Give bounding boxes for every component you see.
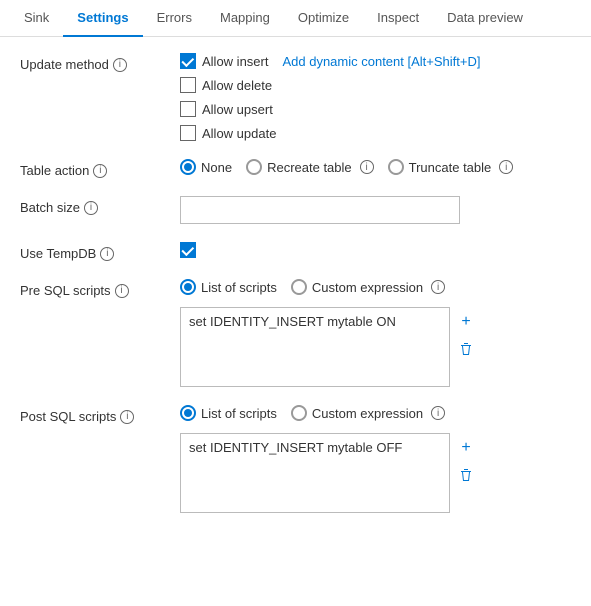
- post-sql-custom-info-icon[interactable]: i: [431, 406, 445, 420]
- allow-insert-checkbox[interactable]: [180, 53, 196, 69]
- update-method-controls: Allow insert Add dynamic content [Alt+Sh…: [180, 53, 571, 141]
- post-sql-list-radio-circle: [180, 405, 196, 421]
- allow-upsert-row: Allow upsert: [180, 101, 571, 117]
- allow-update-label: Allow update: [202, 126, 276, 141]
- post-sql-actions: +: [456, 433, 476, 490]
- radio-truncate-table[interactable]: Truncate table i: [388, 159, 514, 175]
- settings-content: Update method i Allow insert Add dynamic…: [0, 37, 591, 547]
- table-action-controls: None Recreate table i Truncate table i: [180, 159, 571, 175]
- tab-mapping[interactable]: Mapping: [206, 0, 284, 37]
- use-tempdb-row: Use TempDB i: [20, 242, 571, 261]
- update-method-label: Update method: [20, 57, 109, 72]
- allow-insert-row: Allow insert Add dynamic content [Alt+Sh…: [180, 53, 571, 69]
- radio-recreate-circle: [246, 159, 262, 175]
- pre-sql-radio-group: List of scripts Custom expression i: [180, 279, 571, 295]
- update-method-row: Update method i Allow insert Add dynamic…: [20, 53, 571, 141]
- pre-sql-actions: +: [456, 307, 476, 364]
- tab-bar: Sink Settings Errors Mapping Optimize In…: [0, 0, 591, 37]
- post-sql-label-col: Post SQL scripts i: [20, 405, 180, 424]
- tab-settings[interactable]: Settings: [63, 0, 142, 37]
- tab-inspect[interactable]: Inspect: [363, 0, 433, 37]
- batch-size-info-icon[interactable]: i: [84, 201, 98, 215]
- pre-sql-controls: List of scripts Custom expression i set …: [180, 279, 571, 387]
- allow-update-checkbox[interactable]: [180, 125, 196, 141]
- radio-none-label: None: [201, 160, 232, 175]
- batch-size-row: Batch size i: [20, 196, 571, 224]
- pre-sql-custom-label: Custom expression: [312, 280, 423, 295]
- use-tempdb-label: Use TempDB: [20, 246, 96, 261]
- radio-truncate-label: Truncate table: [409, 160, 492, 175]
- batch-size-label-col: Batch size i: [20, 196, 180, 215]
- pre-sql-delete-button[interactable]: [456, 339, 476, 364]
- update-method-info-icon[interactable]: i: [113, 58, 127, 72]
- tab-errors[interactable]: Errors: [143, 0, 206, 37]
- allow-upsert-label: Allow upsert: [202, 102, 273, 117]
- pre-sql-custom-radio[interactable]: Custom expression i: [291, 279, 445, 295]
- tab-optimize[interactable]: Optimize: [284, 0, 363, 37]
- pre-sql-add-button[interactable]: +: [456, 311, 476, 333]
- batch-size-control: [180, 196, 571, 224]
- post-sql-list-label: List of scripts: [201, 406, 277, 421]
- radio-truncate-circle: [388, 159, 404, 175]
- dynamic-content-link[interactable]: Add dynamic content [Alt+Shift+D]: [282, 54, 480, 69]
- recreate-info-icon[interactable]: i: [360, 160, 374, 174]
- table-action-radio-group: None Recreate table i Truncate table i: [180, 159, 571, 175]
- pre-sql-label-col: Pre SQL scripts i: [20, 279, 180, 298]
- allow-delete-row: Allow delete: [180, 77, 571, 93]
- pre-sql-custom-radio-circle: [291, 279, 307, 295]
- use-tempdb-info-icon[interactable]: i: [100, 247, 114, 261]
- radio-recreate-table[interactable]: Recreate table i: [246, 159, 374, 175]
- pre-sql-custom-info-icon[interactable]: i: [431, 280, 445, 294]
- post-sql-scripts-row: Post SQL scripts i List of scripts Custo…: [20, 405, 571, 513]
- post-sql-label: Post SQL scripts: [20, 409, 116, 424]
- use-tempdb-checkbox[interactable]: [180, 242, 196, 258]
- post-sql-textarea[interactable]: set IDENTITY_INSERT mytable OFF: [180, 433, 450, 513]
- post-sql-controls: List of scripts Custom expression i set …: [180, 405, 571, 513]
- post-sql-delete-button[interactable]: [456, 465, 476, 490]
- pre-sql-list-radio[interactable]: List of scripts: [180, 279, 277, 295]
- post-sql-custom-radio[interactable]: Custom expression i: [291, 405, 445, 421]
- pre-sql-info-icon[interactable]: i: [115, 284, 129, 298]
- allow-insert-label: Allow insert: [202, 54, 268, 69]
- tab-data-preview[interactable]: Data preview: [433, 0, 537, 37]
- table-action-row: Table action i None Recreate table i Tru…: [20, 159, 571, 178]
- post-sql-textarea-row: set IDENTITY_INSERT mytable OFF +: [180, 433, 571, 513]
- batch-size-label: Batch size: [20, 200, 80, 215]
- tab-sink[interactable]: Sink: [10, 0, 63, 37]
- post-sql-radio-group: List of scripts Custom expression i: [180, 405, 571, 421]
- table-action-info-icon[interactable]: i: [93, 164, 107, 178]
- table-action-label-col: Table action i: [20, 159, 180, 178]
- pre-sql-scripts-row: Pre SQL scripts i List of scripts Custom…: [20, 279, 571, 387]
- truncate-info-icon[interactable]: i: [499, 160, 513, 174]
- radio-recreate-label: Recreate table: [267, 160, 352, 175]
- allow-delete-label: Allow delete: [202, 78, 272, 93]
- pre-sql-list-radio-circle: [180, 279, 196, 295]
- pre-sql-textarea-row: set IDENTITY_INSERT mytable ON +: [180, 307, 571, 387]
- pre-sql-label: Pre SQL scripts: [20, 283, 111, 298]
- post-sql-add-button[interactable]: +: [456, 437, 476, 459]
- allow-upsert-checkbox[interactable]: [180, 101, 196, 117]
- table-action-label: Table action: [20, 163, 89, 178]
- post-sql-list-radio[interactable]: List of scripts: [180, 405, 277, 421]
- use-tempdb-control: [180, 242, 571, 258]
- batch-size-input[interactable]: [180, 196, 460, 224]
- post-sql-custom-label: Custom expression: [312, 406, 423, 421]
- pre-sql-list-label: List of scripts: [201, 280, 277, 295]
- radio-none[interactable]: None: [180, 159, 232, 175]
- pre-sql-textarea[interactable]: set IDENTITY_INSERT mytable ON: [180, 307, 450, 387]
- update-method-label-col: Update method i: [20, 53, 180, 72]
- post-sql-info-icon[interactable]: i: [120, 410, 134, 424]
- radio-none-circle: [180, 159, 196, 175]
- post-sql-custom-radio-circle: [291, 405, 307, 421]
- use-tempdb-label-col: Use TempDB i: [20, 242, 180, 261]
- allow-delete-checkbox[interactable]: [180, 77, 196, 93]
- allow-update-row: Allow update: [180, 125, 571, 141]
